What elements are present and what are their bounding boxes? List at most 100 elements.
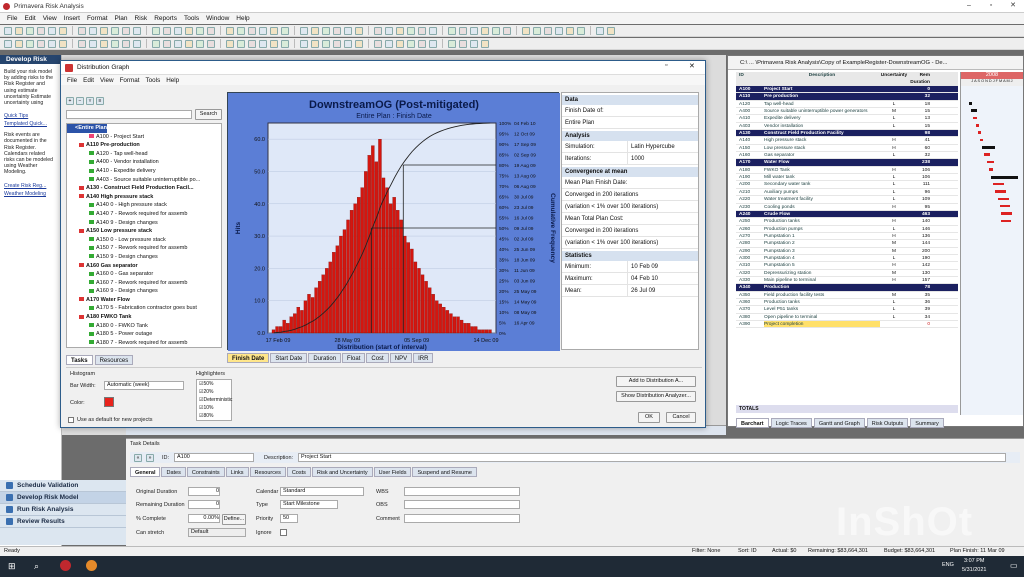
toolbar-button-icon[interactable]	[481, 39, 489, 48]
grid-row[interactable]: A260 Production pumps L 146	[736, 226, 958, 233]
highlighter-item[interactable]: ☑80%	[197, 412, 231, 420]
toolbar-button-icon[interactable]	[207, 39, 215, 48]
detail-tab-links[interactable]: Links	[225, 467, 249, 477]
highlighter-item[interactable]: ☑10%	[197, 404, 231, 412]
grid-row[interactable]: A160 Gas separator L 32	[736, 152, 958, 160]
grid-row[interactable]: A340 Production 78	[736, 284, 958, 292]
maximize-icon[interactable]: ▫	[980, 0, 1002, 12]
cancel-button[interactable]: Cancel	[666, 412, 696, 423]
grid-row[interactable]: A400 Source suitable uninterruptible powe…	[736, 108, 958, 116]
nav-schedule-validation[interactable]: Schedule Validation	[0, 480, 126, 492]
filter-icon[interactable]: ▿	[86, 97, 94, 105]
ignore-checkbox[interactable]	[280, 529, 287, 536]
chart-tab-cost[interactable]: Cost	[366, 353, 389, 363]
highlighter-item[interactable]: ☑20%	[197, 388, 231, 396]
toolbar-button-icon[interactable]	[59, 39, 67, 48]
grid-row[interactable]: A180 FWKO Tank H 106	[736, 167, 958, 175]
menu-plan[interactable]: Plan	[115, 15, 128, 22]
menu-format[interactable]: Format	[87, 15, 108, 22]
grid-row[interactable]: A140 High pressure stack H 41	[736, 137, 958, 145]
toolbar-button-icon[interactable]	[48, 39, 56, 48]
toolbar-button-icon[interactable]	[89, 39, 97, 48]
tree-item[interactable]: A160 0 - Gas separator	[67, 270, 221, 279]
toolbar-button-icon[interactable]	[470, 39, 478, 48]
plan-tab-barchart[interactable]: Barchart	[736, 418, 769, 428]
toolbar-button-icon[interactable]	[207, 26, 215, 35]
toolbar-button-icon[interactable]	[185, 39, 193, 48]
grid-row[interactable]: A370 Level P51 tanks L 39	[736, 306, 958, 314]
ok-button[interactable]: OK	[638, 412, 660, 423]
dialog-menu-format[interactable]: Format	[120, 77, 140, 84]
tree-item[interactable]: A403 - Source suitable uninterruptible p…	[67, 176, 221, 185]
menu-tools[interactable]: Tools	[184, 15, 199, 22]
nav-run-risk-analysis[interactable]: Run Risk Analysis	[0, 504, 126, 516]
tree-item[interactable]: A150 7 - Rework required for assemb	[67, 244, 221, 253]
nav-develop-risk-model[interactable]: Develop Risk Model	[0, 492, 126, 504]
toolbar-button-icon[interactable]	[355, 39, 363, 48]
toolbar-button-icon[interactable]	[196, 39, 204, 48]
toolbar-button-icon[interactable]	[344, 26, 352, 35]
toolbar-button-icon[interactable]	[237, 39, 245, 48]
grid-row[interactable]: A410 Expedite delivery L 13	[736, 115, 958, 123]
grid-row[interactable]: A280 Pumpstation 2 M 144	[736, 240, 958, 248]
toolbar-button-icon[interactable]	[174, 39, 182, 48]
tree-item[interactable]: A180 7 - Rework required for assemb	[67, 339, 221, 347]
toolbar-button-icon[interactable]	[248, 26, 256, 35]
chart-tab-start-date[interactable]: Start Date	[270, 353, 308, 363]
orig-duration-field[interactable]: 0	[188, 487, 220, 496]
obs-field[interactable]	[404, 500, 520, 509]
close-icon[interactable]: ✕	[1002, 0, 1024, 12]
type-select[interactable]: Start Milestone	[280, 500, 338, 509]
tree-item[interactable]: A140 High pressure stack	[67, 193, 221, 202]
toolbar-button-icon[interactable]	[26, 39, 34, 48]
comment-field[interactable]	[404, 514, 520, 523]
grid-row[interactable]: A390 Project completion 0	[736, 321, 958, 329]
chart-tab-npv[interactable]: NPV	[389, 353, 413, 363]
tree-item[interactable]: A400 - Vendor installation	[67, 158, 221, 167]
tree-item[interactable]: A110 Pre-production	[67, 141, 221, 150]
bar-width-select[interactable]: Automatic (week)	[104, 381, 184, 390]
tree-item[interactable]: A410 - Expedite delivery	[67, 167, 221, 176]
minimize-icon[interactable]: –	[958, 0, 980, 12]
toolbar-button-icon[interactable]	[281, 26, 289, 35]
toolbar-button-icon[interactable]	[15, 39, 23, 48]
toolbar-button-icon[interactable]	[163, 39, 171, 48]
toolbar-button-icon[interactable]	[448, 26, 456, 35]
toolbar-button-icon[interactable]	[492, 26, 500, 35]
toolbar-button-icon[interactable]	[481, 26, 489, 35]
toolbar-button-icon[interactable]	[429, 26, 437, 35]
toolbar-button-icon[interactable]	[270, 39, 278, 48]
tab-resources[interactable]: Resources	[94, 355, 134, 365]
toolbar-button-icon[interactable]	[281, 39, 289, 48]
toolbar-button-icon[interactable]	[385, 39, 393, 48]
menu-window[interactable]: Window	[206, 15, 229, 22]
toolbar-button-icon[interactable]	[78, 39, 86, 48]
tree-item[interactable]: A150 Low pressure stack	[67, 227, 221, 236]
toolbar-button-icon[interactable]	[48, 26, 56, 35]
toolbar-button-icon[interactable]	[163, 26, 171, 35]
tree-item[interactable]: A180 FWKO Tank	[67, 313, 221, 322]
grid-row[interactable]: A270 Pumpstation 1 H 136	[736, 233, 958, 241]
grid-row[interactable]: A130 Construct Field Production Facility 9…	[736, 130, 958, 138]
toolbar-button-icon[interactable]	[133, 26, 141, 35]
grid-row[interactable]: A200 Secondary water tank L 111	[736, 181, 958, 189]
toolbar-button-icon[interactable]	[374, 39, 382, 48]
toolbar-button-icon[interactable]	[26, 26, 34, 35]
color-swatch[interactable]	[104, 397, 114, 407]
can-stretch-select[interactable]: Default	[188, 528, 246, 537]
chart-tab-irr[interactable]: IRR	[413, 353, 434, 363]
task-id-field[interactable]: A100	[174, 453, 254, 462]
toolbar-button-icon[interactable]	[596, 26, 604, 35]
toolbar-button-icon[interactable]	[544, 26, 552, 35]
toolbar-button-icon[interactable]	[111, 39, 119, 48]
tree-item[interactable]: A140 7 - Rework required for assemb	[67, 210, 221, 219]
tree-item[interactable]: A140 9 - Design changes	[67, 219, 221, 228]
toolbar-button-icon[interactable]	[396, 26, 404, 35]
tree-item[interactable]: A160 7 - Rework required for assemb	[67, 279, 221, 288]
toolbar-button-icon[interactable]	[100, 39, 108, 48]
tree-item[interactable]: A160 Gas separator	[67, 262, 221, 271]
toolbar-button-icon[interactable]	[333, 26, 341, 35]
grid-row[interactable]: A170 Water Flow 238	[736, 159, 958, 167]
detail-tab-suspend-and-resume[interactable]: Suspend and Resume	[412, 467, 477, 477]
tree-item[interactable]: A150 9 - Design changes	[67, 253, 221, 262]
